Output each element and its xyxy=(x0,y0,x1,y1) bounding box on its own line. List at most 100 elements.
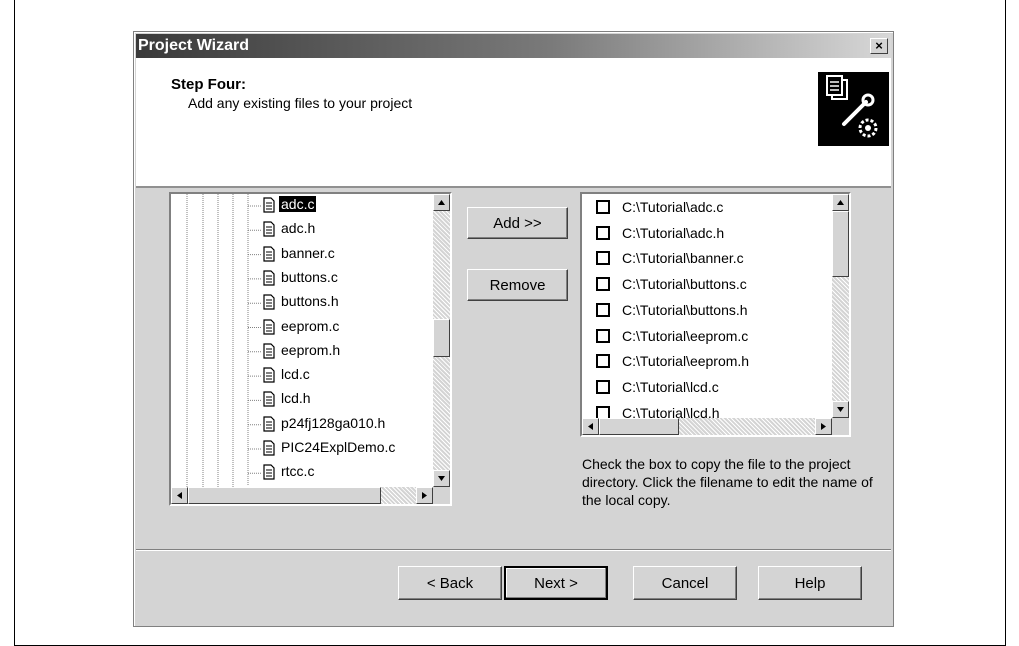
copy-checkbox[interactable] xyxy=(596,200,610,214)
files-scroll-down-button[interactable] xyxy=(832,401,849,418)
tree-vertical-scrollbar[interactable] xyxy=(433,194,450,487)
files-scroll-thumb[interactable] xyxy=(832,211,849,277)
arrow-up-icon xyxy=(837,200,844,205)
tree-item-label: buttons.h xyxy=(281,293,339,310)
arrow-left-icon xyxy=(588,423,593,430)
copy-checkbox[interactable] xyxy=(596,251,610,266)
project-file-name[interactable]: C:\Tutorial\eeprom.h xyxy=(622,353,749,369)
copy-hint-text: Check the box to copy the file to the pr… xyxy=(582,456,873,508)
file-icon xyxy=(263,294,275,310)
project-file-item[interactable]: C:\Tutorial\buttons.h xyxy=(582,299,834,323)
tree-item-label: adc.h xyxy=(281,220,316,237)
tree-item-label: banner.c xyxy=(281,244,335,261)
tree-item-label: p24fj128ga010.h xyxy=(281,414,386,431)
arrow-down-icon xyxy=(438,476,445,481)
arrow-right-icon xyxy=(422,492,427,499)
tree-item-label: eeprom.c xyxy=(281,317,340,334)
project-file-name[interactable]: C:\Tutorial\eeprom.c xyxy=(622,328,748,344)
source-file-tree[interactable]: adc.c adc.h banner.c buttons.c buttons.h eepr… xyxy=(169,192,452,506)
files-vertical-scrollbar[interactable] xyxy=(832,194,849,418)
file-icon xyxy=(263,440,275,456)
title-bar: Project Wizard × xyxy=(136,34,891,58)
tree-item[interactable]: rtcc.c xyxy=(171,461,431,485)
tree-item-label: rtcc.c xyxy=(281,463,315,480)
copy-checkbox[interactable] xyxy=(596,328,610,343)
file-icon xyxy=(263,391,275,407)
tree-hscroll-thumb[interactable] xyxy=(188,487,381,504)
tree-item[interactable]: lcd.h xyxy=(171,388,431,412)
tree-scroll-right-button[interactable] xyxy=(416,487,433,504)
file-icon xyxy=(263,197,275,213)
close-button[interactable]: × xyxy=(870,38,888,54)
arrow-left-icon xyxy=(177,492,182,499)
file-icon xyxy=(263,245,275,262)
project-wizard-dialog: Project Wizard × Step Four: Add any exis… xyxy=(133,31,894,627)
project-files-list[interactable]: C:\Tutorial\adc.c C:\Tutorial\adc.h C:\Tut… xyxy=(580,192,851,437)
project-file-item[interactable]: C:\Tutorial\banner.c xyxy=(582,247,834,271)
tree-scroll-thumb[interactable] xyxy=(433,319,450,357)
file-icon xyxy=(263,318,275,335)
project-file-name[interactable]: C:\Tutorial\buttons.h xyxy=(622,302,748,318)
cancel-button[interactable]: Cancel xyxy=(633,566,737,600)
project-file-name[interactable]: C:\Tutorial\banner.c xyxy=(622,250,744,266)
project-file-item[interactable]: C:\Tutorial\eeprom.c xyxy=(582,325,834,349)
copy-checkbox[interactable] xyxy=(596,225,610,240)
tree-item[interactable]: banner.c xyxy=(171,243,431,267)
tree-scroll-down-button[interactable] xyxy=(433,470,450,487)
files-scroll-left-button[interactable] xyxy=(582,418,599,435)
tree-item-label: buttons.c xyxy=(281,268,338,285)
wizard-tools-icon xyxy=(818,72,889,146)
tree-item[interactable]: adc.c xyxy=(171,194,431,218)
tree-item[interactable]: eeprom.h xyxy=(171,340,431,364)
tree-scroll-left-button[interactable] xyxy=(171,487,188,504)
project-file-name[interactable]: C:\Tutorial\lcd.c xyxy=(622,379,719,395)
project-file-item[interactable]: C:\Tutorial\adc.h xyxy=(582,222,834,246)
tree-item[interactable]: buttons.h xyxy=(171,291,431,315)
copy-checkbox[interactable] xyxy=(596,354,610,369)
file-icon xyxy=(263,343,275,359)
step-description: Add any existing files to your project xyxy=(188,95,413,111)
project-file-item[interactable]: C:\Tutorial\eeprom.h xyxy=(582,350,834,374)
file-icon xyxy=(263,367,275,383)
tree-item-label: lcd.h xyxy=(281,390,311,407)
help-button[interactable]: Help xyxy=(758,566,862,600)
arrow-right-icon xyxy=(821,423,826,430)
back-button[interactable]: < Back xyxy=(398,566,502,600)
tree-item[interactable]: p24fj128ga010.h xyxy=(171,413,431,437)
step-title: Step Four: xyxy=(171,76,246,93)
file-icon xyxy=(263,416,275,432)
tree-item-label: PIC24ExplDemo.c xyxy=(281,439,396,455)
project-file-item[interactable]: C:\Tutorial\lcd.c xyxy=(582,376,834,400)
files-scroll-right-button[interactable] xyxy=(815,418,832,435)
footer-divider xyxy=(136,549,891,551)
tree-item-label: lcd.c xyxy=(281,366,310,383)
copy-checkbox[interactable] xyxy=(596,379,610,394)
tree-item[interactable]: lcd.c xyxy=(171,364,431,388)
tree-horizontal-scrollbar[interactable] xyxy=(171,487,433,504)
project-file-name[interactable]: C:\Tutorial\buttons.c xyxy=(622,276,747,292)
tree-item-label: eeprom.h xyxy=(281,341,341,358)
wizard-header: Step Four: Add any existing files to you… xyxy=(136,58,891,188)
remove-button[interactable]: Remove xyxy=(467,269,568,301)
add-button[interactable]: Add >> xyxy=(467,207,568,239)
files-hscroll-thumb[interactable] xyxy=(599,418,679,435)
copy-checkbox[interactable] xyxy=(596,302,610,317)
project-file-name[interactable]: C:\Tutorial\adc.c xyxy=(622,199,723,215)
tree-item[interactable]: adc.h xyxy=(171,218,431,242)
project-file-name[interactable]: C:\Tutorial\adc.h xyxy=(622,225,724,241)
files-horizontal-scrollbar[interactable] xyxy=(582,418,832,435)
tree-item[interactable]: buttons.c xyxy=(171,267,431,291)
tree-item[interactable]: eeprom.c xyxy=(171,316,431,340)
tree-item-label: adc.c xyxy=(279,196,317,212)
files-scroll-up-button[interactable] xyxy=(832,194,849,211)
arrow-down-icon xyxy=(837,407,844,412)
next-button[interactable]: Next > xyxy=(504,566,608,600)
tree-scroll-up-button[interactable] xyxy=(433,194,450,211)
file-icon xyxy=(263,464,275,480)
arrow-up-icon xyxy=(438,200,445,205)
tree-item[interactable]: PIC24ExplDemo.c xyxy=(171,437,431,461)
project-file-item[interactable]: C:\Tutorial\adc.c xyxy=(582,196,834,220)
file-icon xyxy=(263,221,275,237)
copy-checkbox[interactable] xyxy=(596,277,610,292)
project-file-item[interactable]: C:\Tutorial\buttons.c xyxy=(582,273,834,297)
